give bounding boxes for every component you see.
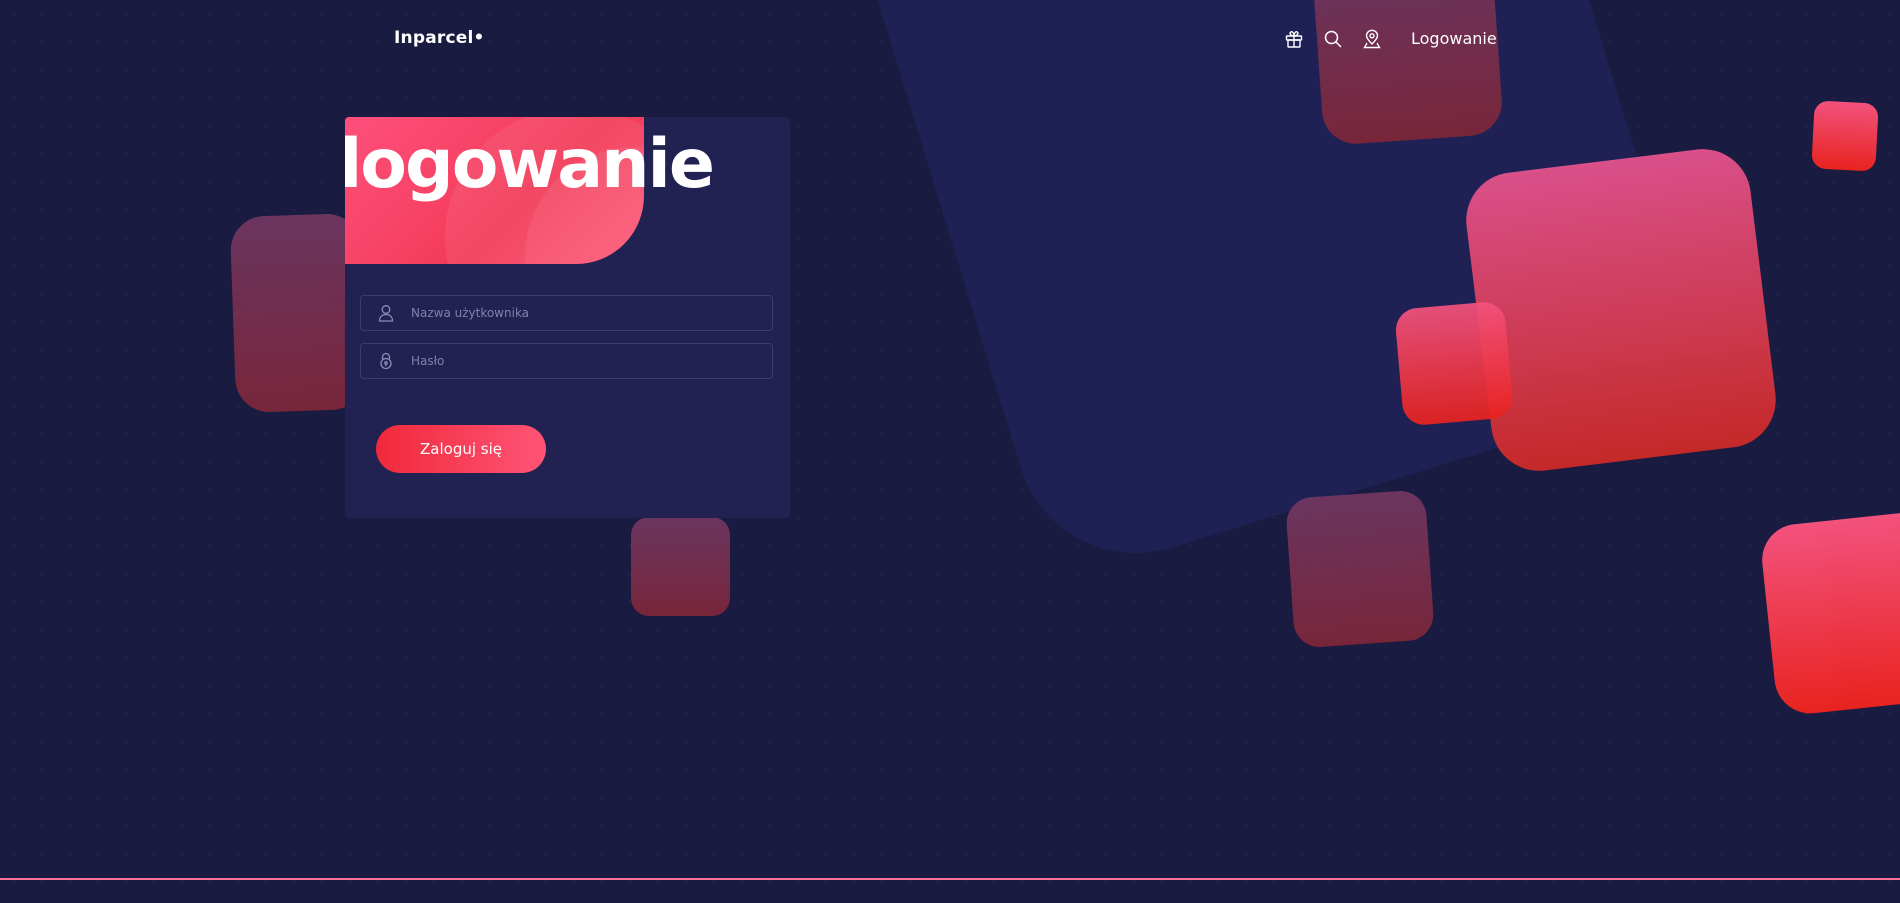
user-icon [361, 304, 411, 322]
page-background: Inparcel• Logowanie logowanie Nazwa użyt… [0, 0, 1900, 903]
brand-logo[interactable]: Inparcel• [394, 28, 485, 48]
decorative-cube [1394, 300, 1514, 427]
username-field[interactable] [360, 295, 773, 331]
gift-icon[interactable] [1282, 27, 1306, 51]
location-pin-icon[interactable] [1360, 27, 1384, 51]
decorative-cube [631, 517, 730, 616]
decorative-cube [1311, 0, 1505, 147]
decorative-cube [1460, 143, 1782, 477]
page-title: logowanie [345, 125, 715, 204]
login-button[interactable]: Zaloguj się [376, 425, 546, 473]
footer-divider [0, 878, 1900, 880]
password-input[interactable] [411, 354, 772, 368]
decorative-cube [1284, 489, 1436, 649]
nav-login-link[interactable]: Logowanie [1411, 29, 1497, 48]
username-input[interactable] [411, 306, 772, 320]
lock-icon [361, 352, 411, 370]
password-field[interactable] [360, 343, 773, 379]
search-icon[interactable] [1321, 27, 1345, 51]
login-card: logowanie Zaloguj się [345, 117, 790, 518]
decorative-cube [1811, 100, 1879, 172]
decorative-cube [1758, 507, 1900, 717]
